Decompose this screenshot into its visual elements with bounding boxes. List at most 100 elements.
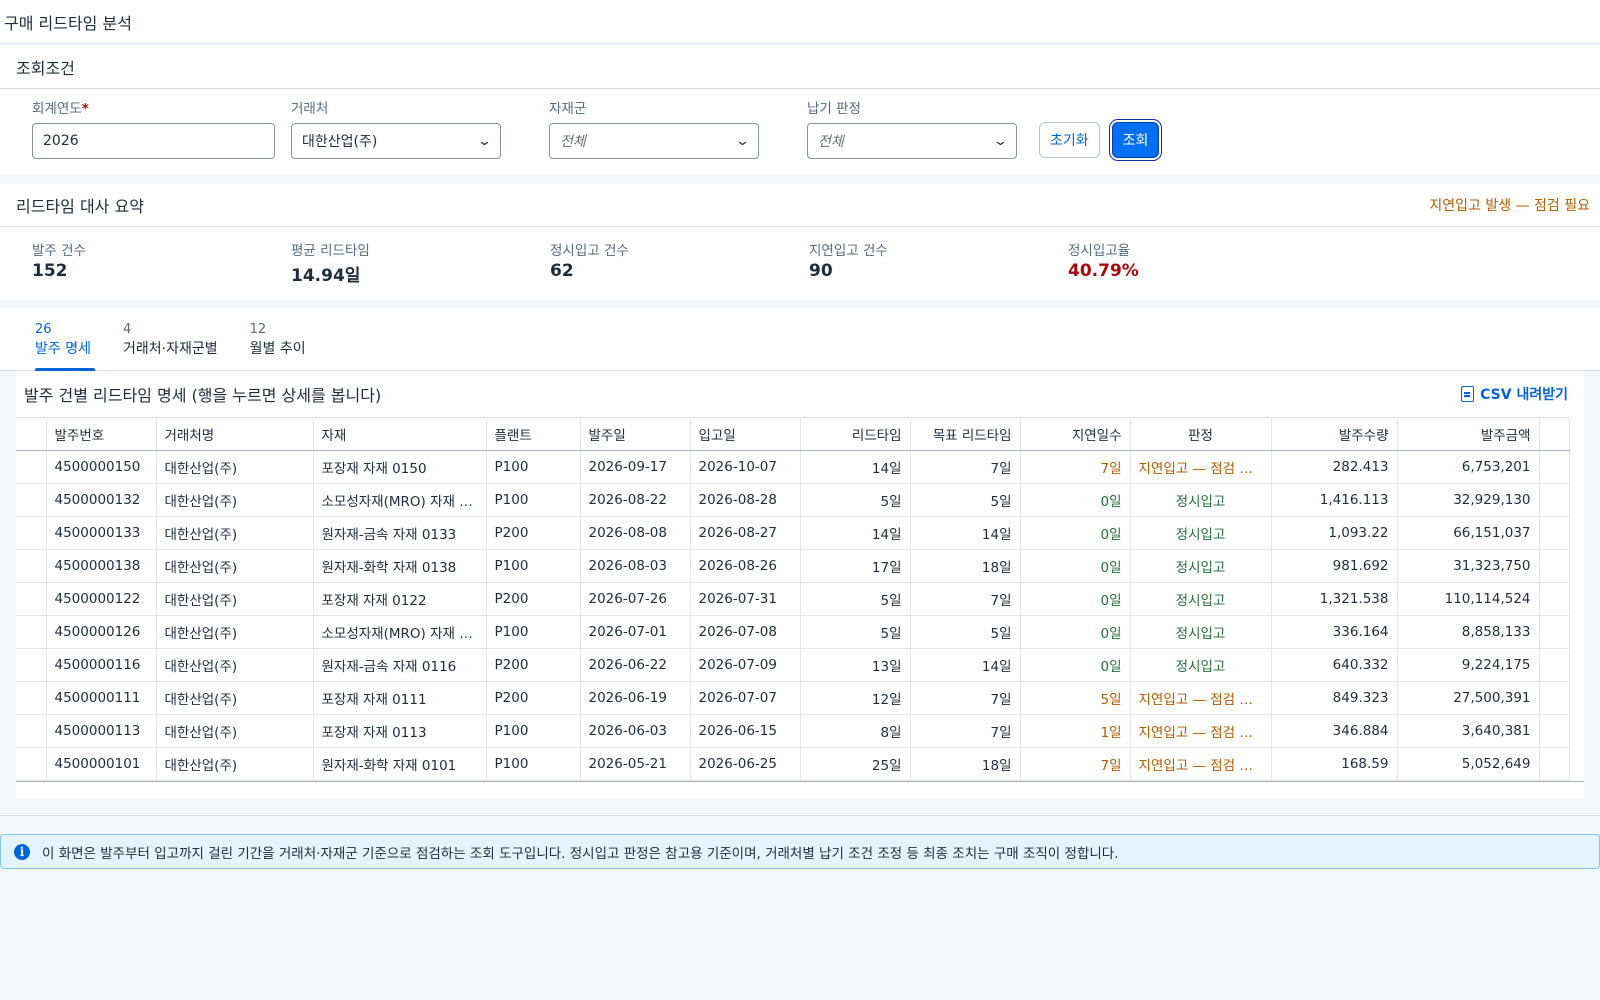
cell-amount: 27,500,391 (1397, 681, 1540, 715)
summary-panel-header: 리드타임 대사 요약 지연입고 발생 — 점검 필요 (0, 184, 1600, 227)
table-row[interactable]: 4500000126 대한산업(주) 소모성자재(MRO) 자재 0126 P100 2… (16, 615, 1570, 649)
table-row[interactable]: 4500000132 대한산업(주) 소모성자재(MRO) 자재 0132 P100 2… (16, 483, 1570, 517)
cell-judge: 정시입고 (1130, 516, 1272, 550)
column-header[interactable]: 지연일수 (1020, 417, 1131, 451)
tab-vendor-material-group[interactable]: 4 거래처·자재군별 (123, 308, 218, 370)
column-header[interactable]: 입고일 (690, 417, 801, 451)
column-header[interactable]: 리드타임 (800, 417, 911, 451)
cell-plant: P100 (486, 450, 581, 484)
cell-order-date: 2026-08-22 (580, 483, 691, 517)
cell-vendor: 대한산업(주) (156, 747, 314, 781)
row-select-cell[interactable] (16, 747, 47, 781)
kpi-value: 90 (809, 261, 833, 281)
table-row[interactable]: 4500000101 대한산업(주) 원자재-화학 자재 0101 P100 2026-… (16, 747, 1570, 781)
table-row[interactable]: 4500000111 대한산업(주) 포장재 자재 0111 P200 2026-06-… (16, 681, 1570, 715)
column-header[interactable]: 발주금액 (1397, 417, 1540, 451)
cell-vendor: 대한산업(주) (156, 549, 314, 583)
column-header[interactable]: 거래처명 (156, 417, 314, 451)
cell-qty: 1,416.113 (1271, 483, 1398, 517)
cell-target: 18일 (910, 747, 1021, 781)
tab-count: 26 (35, 322, 52, 337)
tab-monthly-trend[interactable]: 12 월별 추이 (250, 308, 306, 370)
cell-po: 4500000122 (46, 582, 157, 616)
row-select-cell[interactable] (16, 582, 47, 616)
material-group-field: 자재군 전체 ⌄ (549, 99, 759, 159)
cell-po: 4500000133 (46, 516, 157, 550)
cell-target: 5일 (910, 615, 1021, 649)
cell-qty: 1,321.538 (1271, 582, 1398, 616)
row-select-cell[interactable] (16, 615, 47, 649)
cell-lead: 12일 (800, 681, 911, 715)
row-select-cell[interactable] (16, 450, 47, 484)
cell-plant: P200 (486, 648, 581, 682)
kpi-value: 62 (550, 261, 574, 281)
column-header[interactable]: 자재 (313, 417, 487, 451)
row-select-cell[interactable] (16, 681, 47, 715)
row-select-cell[interactable] (16, 549, 47, 583)
kpi-label: 평균 리드타임 (291, 243, 370, 259)
row-select-cell[interactable] (16, 483, 47, 517)
table-row[interactable]: 4500000138 대한산업(주) 원자재-화학 자재 0138 P100 2026-… (16, 549, 1570, 583)
cell-order-date: 2026-07-01 (580, 615, 691, 649)
cell-gr-date: 2026-07-07 (690, 681, 801, 715)
table-row[interactable]: 4500000113 대한산업(주) 포장재 자재 0113 P100 2026-06-… (16, 714, 1570, 748)
cell-vendor: 대한산업(주) (156, 516, 314, 550)
table-row[interactable]: 4500000133 대한산업(주) 원자재-금속 자재 0133 P200 2026-… (16, 516, 1570, 550)
filler-cell (1539, 516, 1570, 550)
material-group-select[interactable]: 전체 ⌄ (549, 123, 759, 159)
column-header[interactable]: 목표 리드타임 (910, 417, 1021, 451)
cell-delay: 0일 (1020, 549, 1131, 583)
cell-vendor: 대한산업(주) (156, 483, 314, 517)
filler-cell (1539, 582, 1570, 616)
column-header[interactable]: 플랜트 (486, 417, 581, 451)
filler-cell (1539, 714, 1570, 748)
row-select-cell[interactable] (16, 648, 47, 682)
table-title: 발주 건별 리드타임 명세 (행을 누르면 상세를 봅니다) (24, 386, 382, 405)
filler-cell (1539, 747, 1570, 781)
search-button[interactable]: 조회 (1111, 122, 1160, 158)
column-header[interactable]: 발주일 (580, 417, 691, 451)
fiscal-year-input[interactable]: 2026 (32, 123, 275, 159)
fiscal-year-field: 회계연도* 2026 (32, 99, 275, 159)
cell-amount: 8,858,133 (1397, 615, 1540, 649)
cell-qty: 168.59 (1271, 747, 1398, 781)
cell-delay: 7일 (1020, 450, 1131, 484)
cell-amount: 32,929,130 (1397, 483, 1540, 517)
row-select-cell[interactable] (16, 714, 47, 748)
cell-judge: 지연입고 — 점검 필요 (1130, 681, 1272, 715)
chevron-down-icon: ⌄ (992, 133, 1009, 149)
select-column-header (16, 417, 47, 451)
cell-plant: P200 (486, 516, 581, 550)
filler-cell (1539, 483, 1570, 517)
cell-judge: 정시입고 (1130, 582, 1272, 616)
row-select-cell[interactable] (16, 516, 47, 550)
column-header[interactable]: 판정 (1130, 417, 1272, 451)
cell-amount: 3,640,381 (1397, 714, 1540, 748)
cell-amount: 110,114,524 (1397, 582, 1540, 616)
cell-po: 4500000126 (46, 615, 157, 649)
cell-delay: 0일 (1020, 483, 1131, 517)
vendor-select[interactable]: 대한산업(주) ⌄ (291, 123, 501, 159)
filter-panel-title: 조회조건 (16, 59, 75, 78)
delivery-judgement-select[interactable]: 전체 ⌄ (807, 123, 1017, 159)
column-header[interactable]: 발주수량 (1271, 417, 1398, 451)
kpi-value: 40.79% (1068, 261, 1139, 281)
tab-order-details[interactable]: 26 발주 명세 (35, 308, 95, 371)
cell-qty: 1,093.22 (1271, 516, 1398, 550)
table-row[interactable]: 4500000150 대한산업(주) 포장재 자재 0150 P100 2026-09-… (16, 450, 1570, 484)
cell-gr-date: 2026-07-09 (690, 648, 801, 682)
cell-lead: 14일 (800, 450, 911, 484)
cell-delay: 1일 (1020, 714, 1131, 748)
cell-material: 원자재-화학 자재 0138 (313, 549, 487, 583)
reset-button[interactable]: 초기화 (1039, 122, 1100, 158)
table-row[interactable]: 4500000122 대한산업(주) 포장재 자재 0122 P200 2026-07-… (16, 582, 1570, 616)
cell-qty: 282.413 (1271, 450, 1398, 484)
column-header[interactable]: 발주번호 (46, 417, 157, 451)
download-icon (1461, 386, 1475, 402)
csv-download-button[interactable]: CSV 내려받기 (1461, 384, 1568, 404)
table-row[interactable]: 4500000116 대한산업(주) 원자재-금속 자재 0116 P200 2026-… (16, 648, 1570, 682)
delivery-judgement-field: 납기 판정 전체 ⌄ (807, 99, 1017, 159)
cell-delay: 0일 (1020, 648, 1131, 682)
cell-amount: 9,224,175 (1397, 648, 1540, 682)
filler-cell (1539, 648, 1570, 682)
